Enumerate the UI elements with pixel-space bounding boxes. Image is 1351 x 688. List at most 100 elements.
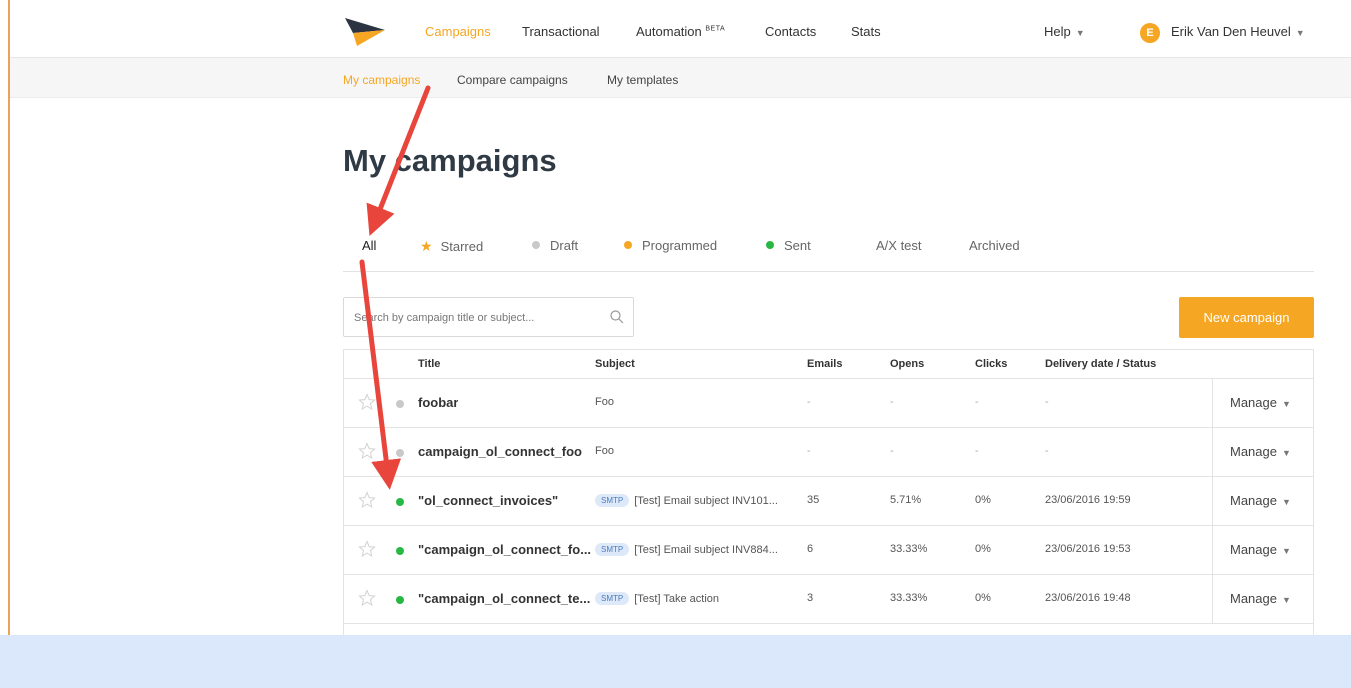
col-title[interactable]: Title [418, 358, 440, 370]
manage-cell: Manage ▼ [1212, 379, 1313, 427]
subnav-my-templates[interactable]: My templates [607, 73, 678, 87]
delivery-date: 23/06/2016 19:48 [1045, 592, 1131, 604]
sub-navbar [10, 58, 1351, 98]
subject-text: [Test] Take action [634, 593, 720, 605]
campaign-subject: SMTP [Test] Take action [595, 592, 719, 605]
col-emails[interactable]: Emails [807, 358, 842, 370]
table-row[interactable]: "campaign_ol_connect_fo... SMTP [Test] Em… [344, 526, 1313, 575]
campaigns-table: Title Subject Emails Opens Clicks Delive… [343, 349, 1314, 635]
subject-text: [Test] Email subject INV101... [634, 495, 778, 507]
star-outline-icon[interactable] [358, 491, 376, 509]
draft-status-icon [532, 241, 540, 249]
campaign-title[interactable]: "campaign_ol_connect_te... [418, 591, 590, 606]
manage-button[interactable]: Manage ▼ [1230, 493, 1291, 508]
star-icon: ★ [420, 238, 433, 254]
search-box [343, 297, 634, 337]
sent-status-icon [396, 498, 404, 506]
campaign-title[interactable]: "ol_connect_invoices" [418, 493, 558, 508]
delivery-date: 23/06/2016 19:59 [1045, 494, 1131, 506]
tab-archived[interactable]: Archived [969, 238, 1020, 253]
background-area [0, 635, 1351, 688]
smtp-badge: SMTP [595, 494, 630, 507]
table-row[interactable]: campaign_ol_connect_foo Foo - - - - Mana… [344, 428, 1313, 477]
clicks-value: 0% [975, 543, 991, 555]
tab-ax-test[interactable]: A/X test [876, 238, 922, 253]
tab-starred[interactable]: ★ Starred [420, 238, 483, 255]
col-subject[interactable]: Subject [595, 358, 635, 370]
clicks-value: 0% [975, 592, 991, 604]
manage-label: Manage [1230, 493, 1277, 508]
nav-contacts[interactable]: Contacts [765, 24, 816, 39]
campaign-subject: SMTP [Test] Email subject INV101... [595, 494, 778, 507]
nav-automation-label: Automation [636, 24, 702, 39]
table-row[interactable]: "ol_connect_invoices" SMTP [Test] Email s… [344, 477, 1313, 526]
subnav-compare-campaigns[interactable]: Compare campaigns [457, 73, 568, 87]
manage-button[interactable]: Manage ▼ [1230, 444, 1291, 459]
user-menu[interactable]: Erik Van Den Heuvel ▼ [1171, 24, 1305, 39]
sent-status-icon [396, 596, 404, 604]
tab-starred-label: Starred [440, 239, 484, 254]
emails-value: 6 [807, 543, 814, 555]
col-delivery-status[interactable]: Delivery date / Status [1045, 358, 1156, 370]
chevron-down-icon: ▼ [1281, 399, 1291, 409]
tab-sent-label: Sent [784, 238, 811, 253]
chevron-down-icon: ▼ [1075, 28, 1085, 38]
smtp-badge: SMTP [595, 592, 630, 605]
beta-badge: BETA [705, 25, 726, 33]
draft-status-icon [396, 400, 404, 408]
search-icon[interactable] [609, 309, 625, 325]
app-window: Campaigns Transactional Automation BETA … [0, 0, 1351, 635]
avatar[interactable]: E [1140, 23, 1160, 43]
user-name: Erik Van Den Heuvel [1171, 24, 1291, 39]
brand-logo-icon[interactable] [345, 18, 385, 46]
campaign-title[interactable]: campaign_ol_connect_foo [418, 444, 582, 459]
star-outline-icon[interactable] [358, 393, 376, 411]
chevron-down-icon: ▼ [1281, 595, 1291, 605]
star-outline-icon[interactable] [358, 540, 376, 558]
manage-button[interactable]: Manage ▼ [1230, 395, 1291, 410]
tab-all[interactable]: All [362, 238, 376, 253]
nav-transactional[interactable]: Transactional [522, 24, 600, 39]
delivery-date: 23/06/2016 19:53 [1045, 543, 1131, 555]
star-outline-icon[interactable] [358, 589, 376, 607]
star-outline-icon[interactable] [358, 442, 376, 460]
delivery-date: - [1045, 396, 1049, 408]
nav-automation[interactable]: Automation BETA [636, 24, 725, 39]
campaign-title[interactable]: foobar [418, 395, 458, 410]
nav-stats[interactable]: Stats [851, 24, 881, 39]
tabs-divider [343, 271, 1314, 272]
opens-value: 33.33% [890, 543, 928, 555]
campaign-title[interactable]: "campaign_ol_connect_fo... [418, 542, 591, 557]
chevron-down-icon: ▼ [1281, 546, 1291, 556]
col-clicks[interactable]: Clicks [975, 358, 1007, 370]
emails-value: 35 [807, 494, 820, 506]
table-row[interactable]: "campaign_ol_connect_te... SMTP [Test] Ta… [344, 575, 1313, 624]
new-campaign-button[interactable]: New campaign [1179, 297, 1314, 338]
tab-programmed-label: Programmed [642, 238, 718, 253]
clicks-value: - [975, 445, 979, 457]
help-menu[interactable]: Help ▼ [1044, 24, 1085, 39]
help-label: Help [1044, 24, 1071, 39]
opens-value: - [890, 396, 894, 408]
nav-campaigns[interactable]: Campaigns [425, 24, 491, 39]
clicks-value: 0% [975, 494, 991, 506]
manage-button[interactable]: Manage ▼ [1230, 591, 1291, 606]
manage-button[interactable]: Manage ▼ [1230, 542, 1291, 557]
sent-status-icon [766, 241, 774, 249]
table-row[interactable]: foobar Foo - - - - Manage ▼ [344, 379, 1313, 428]
tab-programmed[interactable]: Programmed [624, 238, 717, 253]
tab-sent[interactable]: Sent [766, 238, 811, 253]
tab-draft[interactable]: Draft [532, 238, 578, 253]
opens-value: 5.71% [890, 494, 922, 506]
campaign-subject: Foo [595, 396, 614, 408]
manage-cell: Manage ▼ [1212, 477, 1313, 525]
subject-text: [Test] Email subject INV884... [634, 544, 778, 556]
campaign-subject: SMTP [Test] Email subject INV884... [595, 543, 778, 556]
manage-cell: Manage ▼ [1212, 428, 1313, 476]
campaign-subject: Foo [595, 445, 614, 457]
opens-value: 33.33% [890, 592, 928, 604]
search-input[interactable] [354, 308, 594, 328]
tab-draft-label: Draft [550, 238, 579, 253]
subnav-my-campaigns[interactable]: My campaigns [343, 73, 420, 87]
col-opens[interactable]: Opens [890, 358, 924, 370]
